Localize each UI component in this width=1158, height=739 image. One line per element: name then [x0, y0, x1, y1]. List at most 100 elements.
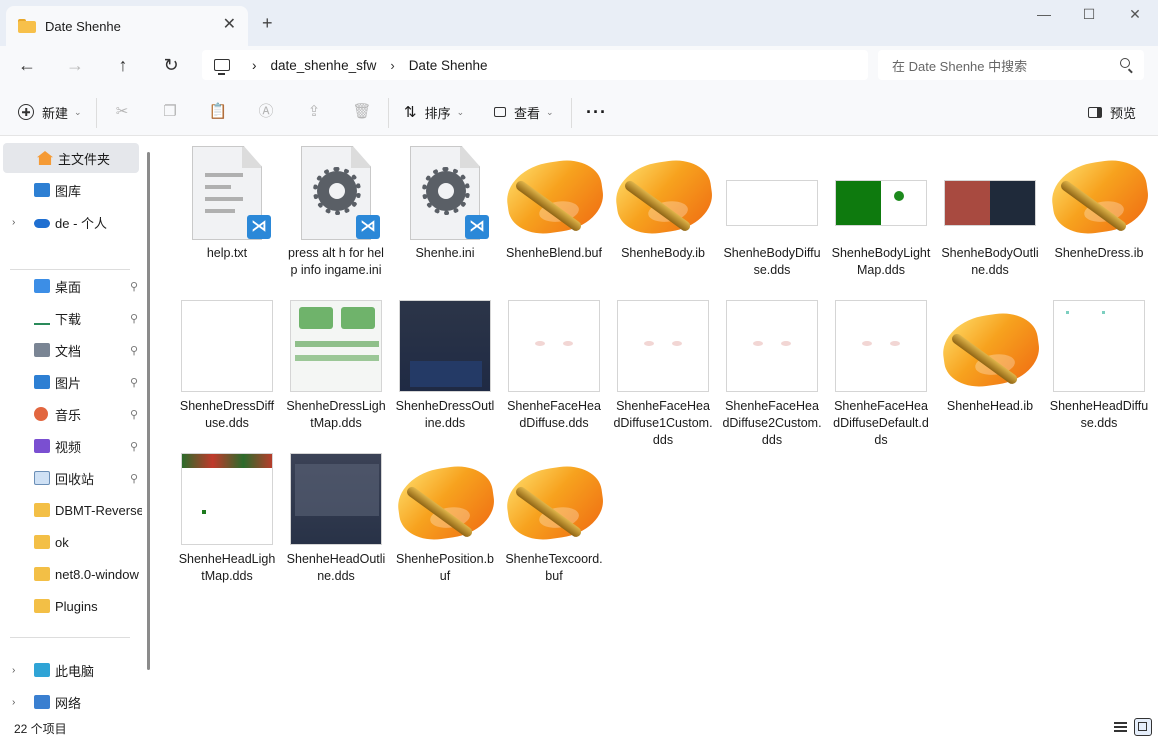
sidebar-item-folder[interactable]: DBMT-Reverse	[0, 495, 142, 525]
address-bar[interactable]: › date_shenhe_sfw › Date Shenhe	[202, 50, 868, 80]
file-item[interactable]: ShenheBody.ib	[611, 145, 717, 262]
sort-button[interactable]: ⇅ 排序 ⌄	[404, 100, 464, 124]
sidebar-item-download[interactable]: 下载 ⚲	[0, 303, 142, 333]
more-options-button[interactable]: ···	[586, 100, 607, 124]
rename-icon[interactable]: Ⓐ	[256, 102, 276, 122]
file-item[interactable]: ⋊ press alt h for help info ingame.ini	[284, 145, 388, 279]
sidebar-item-label: net8.0-window	[55, 566, 139, 582]
sidebar-item-folder[interactable]: Plugins	[0, 591, 142, 621]
sidebar-item-pictures[interactable]: 图片 ⚲	[0, 367, 142, 397]
pin-icon[interactable]: ⚲	[130, 280, 138, 293]
file-item[interactable]: ShenheDressOutline.dds	[393, 298, 497, 432]
file-thumbnail	[397, 298, 493, 394]
file-item[interactable]: ShenheBodyLightMap.dds	[829, 145, 933, 279]
sidebar-item-folder[interactable]: net8.0-window	[0, 559, 142, 589]
chevron-down-icon: ⌄	[546, 106, 554, 117]
tab-date-shenhe[interactable]: Date Shenhe ✕	[6, 6, 248, 46]
file-item[interactable]: ShenheDress.ib	[1047, 145, 1153, 262]
pin-icon[interactable]: ⚲	[130, 376, 138, 389]
file-item[interactable]: ShenheFaceHeadDiffuseDefault.dds	[829, 298, 933, 449]
file-item[interactable]: ShenhePosition.buf	[393, 451, 499, 585]
preview-pane-icon	[1088, 106, 1102, 118]
pin-icon[interactable]: ⚲	[130, 344, 138, 357]
file-item[interactable]: ShenheDressDiffuse.dds	[175, 298, 279, 432]
file-item[interactable]: ShenheHead.ib	[938, 298, 1044, 415]
breadcrumb-item-date-shenhe-sfw[interactable]: date_shenhe_sfw	[271, 58, 377, 73]
file-item[interactable]: ShenheHeadDiffuse.dds	[1047, 298, 1151, 432]
pictures-icon	[34, 375, 50, 389]
sidebar-item-label: Plugins	[55, 598, 98, 614]
sidebar-item-folder[interactable]: ok	[0, 527, 142, 557]
file-item[interactable]: ⋊ help.txt	[175, 145, 279, 262]
file-item[interactable]: ShenheFaceHeadDiffuse2Custom.dds	[720, 298, 824, 449]
file-item[interactable]: ShenheFaceHeadDiffuse1Custom.dds	[611, 298, 715, 449]
back-button[interactable]: ←	[14, 54, 40, 76]
large-icons-view-button[interactable]	[1134, 718, 1152, 736]
pen-app-icon	[393, 458, 499, 545]
delete-icon[interactable]: 🗑	[352, 102, 372, 122]
forward-button[interactable]: →	[62, 54, 88, 76]
file-item[interactable]: ShenheBodyDiffuse.dds	[720, 145, 824, 279]
file-name: ShenheDress.ib	[1054, 246, 1144, 260]
sidebar-item-gallery[interactable]: 图库	[0, 175, 142, 205]
view-icon	[494, 107, 506, 117]
chevron-right-icon[interactable]: ›	[12, 697, 15, 708]
paste-icon[interactable]: 📋	[208, 102, 228, 122]
file-item[interactable]: ⋊ Shenhe.ini	[393, 145, 497, 262]
large-icons-view-icon	[1138, 722, 1147, 731]
file-name: ShenheBody.ib	[621, 246, 705, 260]
file-item[interactable]: ShenheDressLightMap.dds	[284, 298, 388, 432]
new-button[interactable]: 新建 ⌄	[18, 100, 82, 124]
sidebar-item-label: 文档	[55, 343, 82, 359]
sidebar-item-documents[interactable]: 文档 ⚲	[0, 335, 142, 365]
cut-icon[interactable]: ✂	[112, 102, 132, 122]
share-icon[interactable]: ⇪	[304, 102, 324, 122]
sidebar-item-home[interactable]: 主文件夹	[3, 143, 139, 173]
sidebar-item-desktop[interactable]: 桌面 ⚲	[0, 271, 142, 301]
sidebar-scrollbar[interactable]	[147, 152, 150, 670]
file-item[interactable]: ShenheBlend.buf	[502, 145, 608, 262]
file-thumbnail	[938, 298, 1044, 394]
pin-icon[interactable]: ⚲	[130, 408, 138, 421]
refresh-button[interactable]: ↻	[158, 54, 184, 76]
sidebar-item-videos[interactable]: 视频 ⚲	[0, 431, 142, 461]
maximize-button[interactable]: ☐	[1079, 6, 1099, 23]
pin-icon[interactable]: ⚲	[130, 440, 138, 453]
file-item[interactable]: ShenheHeadLightMap.dds	[175, 451, 279, 585]
search-input[interactable]: 在 Date Shenhe 中搜索	[878, 50, 1144, 80]
sidebar-item-music[interactable]: 音乐 ⚲	[0, 399, 142, 429]
minimize-button[interactable]: —	[1034, 6, 1054, 22]
file-item[interactable]: ShenheTexcoord.buf	[502, 451, 608, 585]
file-name: ShenheHeadOutline.dds	[286, 552, 386, 583]
details-view-button[interactable]	[1114, 718, 1132, 736]
breadcrumb-item-date-shenhe[interactable]: Date Shenhe	[409, 58, 488, 73]
pin-icon[interactable]: ⚲	[130, 472, 138, 485]
new-tab-button[interactable]: +	[262, 14, 273, 32]
view-button[interactable]: 查看 ⌄	[494, 100, 554, 124]
sidebar-item-label: 回收站	[55, 471, 95, 487]
image-thumbnail	[290, 453, 382, 545]
sidebar-item-recycle-bin[interactable]: 回收站 ⚲	[0, 463, 142, 493]
pin-icon[interactable]: ⚲	[130, 312, 138, 325]
file-name: ShenheFaceHeadDiffuse.dds	[507, 399, 601, 430]
sidebar-item-this-pc[interactable]: › 此电脑	[0, 655, 142, 685]
sidebar-item-network[interactable]: › 网络	[0, 687, 142, 717]
file-thumbnail	[506, 298, 602, 394]
chevron-right-icon[interactable]: ›	[12, 665, 15, 676]
file-item[interactable]: ShenheHeadOutline.dds	[284, 451, 388, 585]
copy-icon[interactable]: ❐	[160, 102, 180, 122]
file-item[interactable]: ShenheBodyOutline.dds	[938, 145, 1042, 279]
preview-pane-button[interactable]: 预览	[1088, 100, 1136, 124]
up-button[interactable]: ↑	[110, 54, 136, 76]
close-window-button[interactable]: ✕	[1125, 6, 1145, 23]
toolbar-divider	[96, 98, 97, 128]
chevron-right-icon[interactable]: ›	[12, 217, 15, 228]
tab-close-button[interactable]: ✕	[223, 17, 236, 33]
new-label: 新建	[42, 105, 69, 121]
sidebar-item-label: 视频	[55, 439, 82, 455]
home-icon	[37, 151, 53, 165]
sidebar-item-onedrive[interactable]: › de - 个人	[0, 207, 142, 237]
sidebar-item-label: 主文件夹	[58, 151, 111, 167]
file-item[interactable]: ShenheFaceHeadDiffuse.dds	[502, 298, 606, 432]
file-thumbnail	[393, 451, 499, 547]
